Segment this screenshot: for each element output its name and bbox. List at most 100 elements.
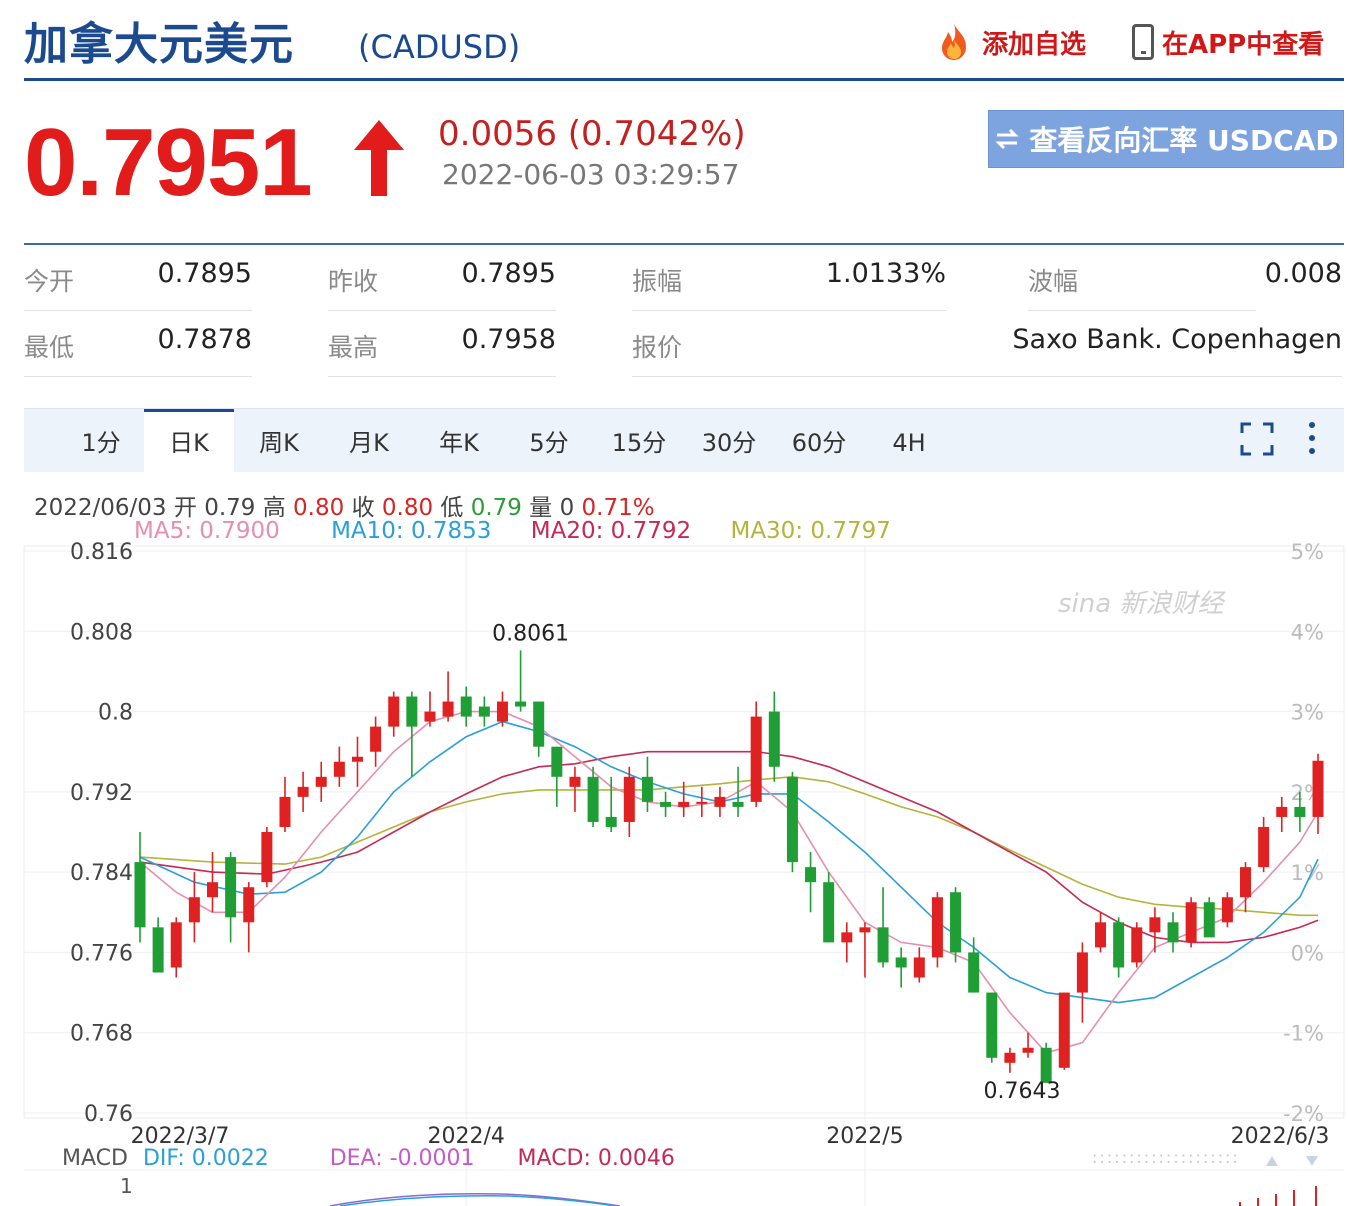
candle-body	[1059, 993, 1070, 1068]
candle-body	[1041, 1048, 1052, 1083]
x-tick-label: 2022/5	[826, 1124, 903, 1149]
macd-dif-curve	[340, 1196, 615, 1206]
candle-body	[153, 927, 164, 972]
candle-body	[334, 762, 345, 777]
candle-body	[515, 702, 526, 707]
ma30-legend: MA30: 0.7797	[730, 518, 890, 544]
ma20-line	[140, 752, 1318, 943]
fullscreen-icon[interactable]	[1240, 422, 1274, 456]
current-price: 0.7951	[24, 108, 312, 218]
candle-body	[986, 993, 997, 1058]
candle-body	[696, 802, 707, 804]
ma5-line	[140, 712, 1318, 1053]
macd-title: MACD	[62, 1146, 128, 1171]
candle-body	[1204, 902, 1215, 937]
candle-body	[316, 777, 327, 787]
add-watchlist-button[interactable]: 添加自选	[934, 22, 1086, 62]
ma10-line	[140, 722, 1318, 1003]
candle-body	[424, 712, 435, 722]
candle-body	[1276, 807, 1287, 817]
candle-body	[225, 857, 236, 917]
stat-value: 0.7878	[158, 324, 252, 355]
candle-body	[298, 787, 309, 797]
pct-tick-label: 4%	[1291, 620, 1324, 644]
stat-label: 最高	[328, 328, 378, 364]
scroll-dots: ::::::::::::::::::::	[1092, 1148, 1240, 1167]
pct-tick-label: -1%	[1283, 1022, 1324, 1046]
candle-body	[914, 957, 925, 977]
candle-body	[805, 867, 816, 882]
watermark: sina 新浪财经	[1058, 589, 1226, 619]
candle-body	[751, 717, 762, 802]
macd-legend: MACD DIF: 0.0022 DEA: -0.0001 MACD: 0.00…	[62, 1146, 675, 1171]
tab-period[interactable]: 1分	[68, 409, 134, 473]
extreme-annotation: 0.7643	[984, 1079, 1061, 1104]
candle-body	[551, 747, 562, 777]
more-icon[interactable]	[1302, 420, 1322, 456]
y-tick-label: 0.768	[70, 1022, 133, 1047]
ma5-legend: MA5: 0.7900	[134, 518, 280, 544]
candle-body	[624, 777, 635, 822]
tab-period[interactable]: 30分	[684, 409, 774, 473]
stat-label: 报价	[632, 328, 682, 364]
stat-label: 振幅	[632, 262, 682, 298]
scroll-up-icon	[1266, 1156, 1278, 1166]
candle-body	[714, 797, 725, 807]
view-in-app-label: 在APP中查看	[1162, 24, 1324, 61]
stat-underline	[328, 310, 556, 311]
pct-tick-label: 2%	[1291, 781, 1324, 805]
pct-tick-label: 0%	[1291, 941, 1324, 965]
y-tick-label: 0.792	[70, 781, 133, 806]
candle-body	[733, 802, 744, 807]
view-in-app-button[interactable]: 在APP中查看	[1132, 22, 1324, 62]
candle-body	[1095, 922, 1106, 947]
ma20-legend: MA20: 0.7792	[531, 518, 691, 544]
candle-body	[896, 957, 907, 967]
stat-underline	[1028, 310, 1256, 311]
macd-value: MACD: 0.0046	[518, 1146, 675, 1171]
stat-value: 0.7958	[462, 324, 556, 355]
phone-icon	[1132, 24, 1154, 60]
tab-period[interactable]: 60分	[774, 409, 864, 473]
stat-value: 0.008	[1265, 258, 1342, 289]
tab-period[interactable]: 周K	[234, 409, 324, 473]
ma10-legend: MA10: 0.7853	[331, 518, 491, 544]
candle-body	[135, 862, 146, 927]
x-tick-label: 2022/6/3	[1231, 1124, 1330, 1149]
candle-body	[189, 897, 200, 922]
candle-body	[787, 777, 798, 862]
pct-tick-label: 1%	[1291, 861, 1324, 885]
add-watchlist-label: 添加自选	[982, 24, 1086, 61]
candle-body	[461, 697, 472, 717]
tab-period[interactable]: 月K	[324, 409, 414, 473]
candle-body	[642, 777, 653, 802]
tab-period[interactable]: 年K	[414, 409, 504, 473]
quote-timestamp: 2022-06-03 03:29:57	[442, 158, 739, 191]
candle-body	[1258, 827, 1269, 867]
candle-body	[261, 832, 272, 882]
pct-tick-label: 5%	[1291, 540, 1324, 564]
page-title: 加拿大元美元	[24, 8, 294, 72]
candle-body	[207, 882, 218, 897]
pct-tick-label: -2%	[1283, 1102, 1324, 1126]
reverse-rate-button[interactable]: 查看反向汇率 USDCAD	[988, 110, 1344, 168]
header-divider	[24, 78, 1344, 81]
y-tick-label: 0.808	[70, 620, 133, 645]
candle-body	[968, 952, 979, 992]
fire-icon	[934, 22, 974, 62]
stat-underline	[632, 310, 946, 311]
y-tick-label: 0.784	[70, 861, 133, 886]
tab-period[interactable]: 4H	[864, 409, 954, 473]
candle-body	[279, 797, 290, 827]
tab-period[interactable]: 15分	[594, 409, 684, 473]
candle-body	[569, 777, 580, 787]
candle-body	[1240, 867, 1251, 897]
tab-period[interactable]: 5分	[504, 409, 594, 473]
stats-divider	[24, 243, 1344, 245]
candle-body	[1222, 897, 1233, 922]
candle-body	[443, 702, 454, 717]
candle-body	[533, 702, 544, 747]
stat-value: 1.0133%	[826, 258, 946, 289]
candle-body	[606, 817, 617, 827]
tab-active[interactable]: 日K	[144, 409, 234, 473]
